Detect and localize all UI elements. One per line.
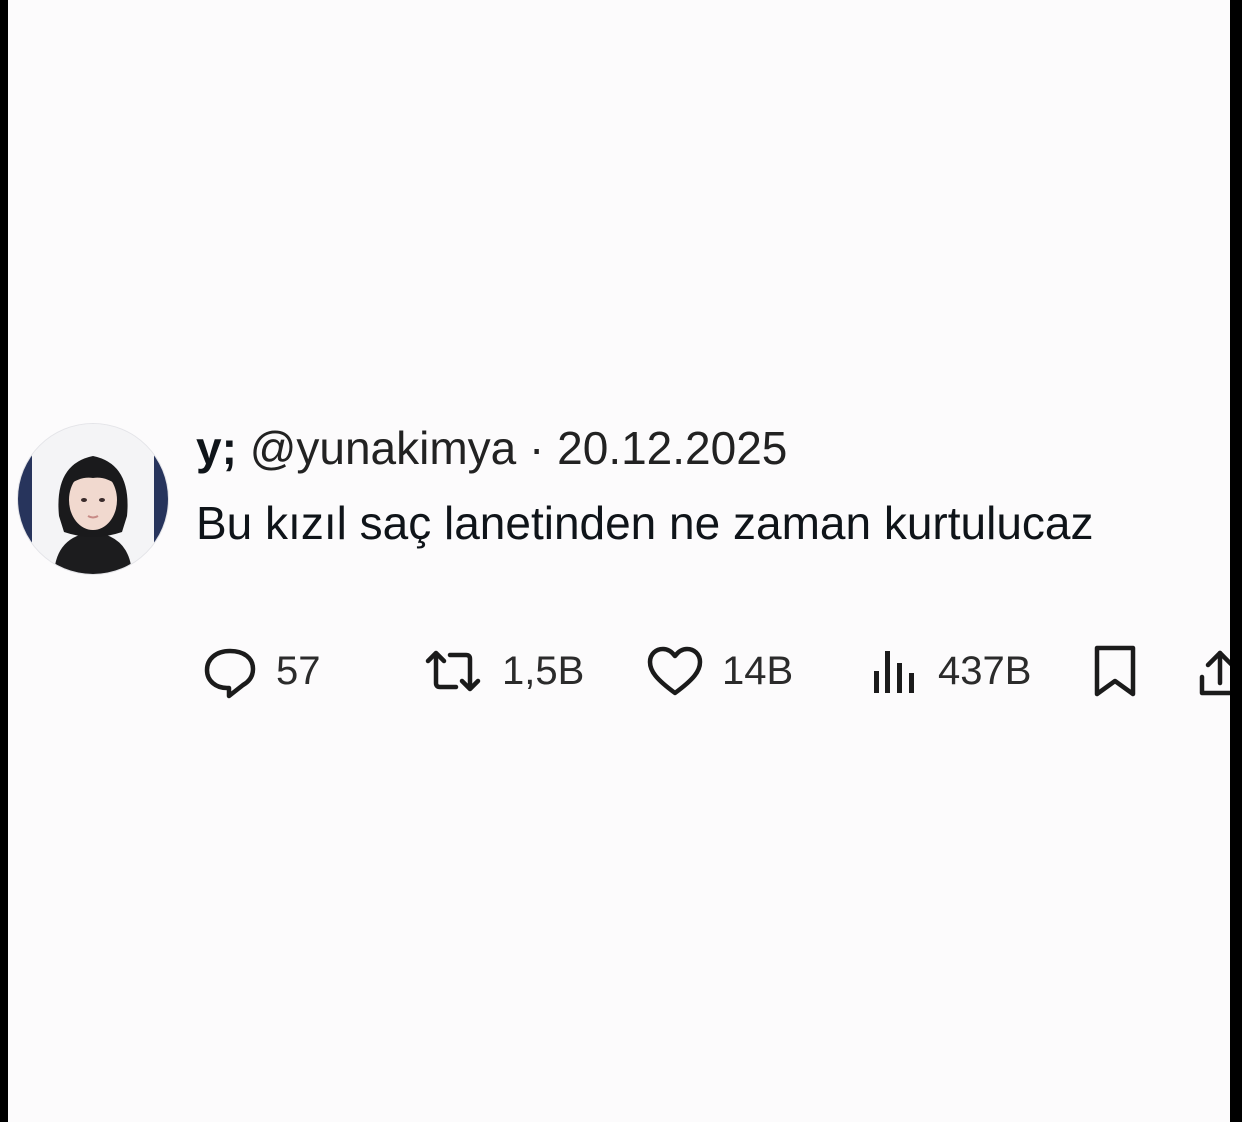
repost-button[interactable]: 1,5B bbox=[422, 638, 584, 704]
screenshot-frame: y; @yunakimya · 20.12.2025 Bu kızıl saç … bbox=[8, 0, 1230, 1122]
bar-chart-icon bbox=[870, 643, 920, 699]
tweet-date[interactable]: 20.12.2025 bbox=[557, 422, 787, 474]
tweet-card[interactable]: y; @yunakimya · 20.12.2025 Bu kızıl saç … bbox=[8, 0, 1230, 1122]
repost-count: 1,5B bbox=[502, 648, 585, 693]
separator-dot: · bbox=[529, 422, 545, 474]
share-upload-icon bbox=[1198, 643, 1230, 699]
user-handle[interactable]: @yunakimya bbox=[250, 422, 517, 474]
repost-arrows-icon bbox=[422, 643, 484, 699]
views-count: 437B bbox=[938, 648, 1032, 693]
like-button[interactable]: 14B bbox=[646, 638, 793, 704]
tweet-header: y; @yunakimya · 20.12.2025 bbox=[196, 420, 787, 476]
like-count: 14B bbox=[722, 648, 794, 693]
reply-count: 57 bbox=[276, 648, 321, 693]
reply-button[interactable]: 57 bbox=[202, 638, 321, 704]
share-button[interactable] bbox=[1198, 638, 1230, 704]
bookmark-button[interactable] bbox=[1090, 638, 1140, 704]
heart-icon bbox=[646, 643, 704, 699]
speech-bubble-icon bbox=[202, 643, 258, 699]
views-button[interactable]: 437B bbox=[870, 638, 1031, 704]
avatar[interactable] bbox=[18, 424, 168, 574]
action-bar: 57 1,5B 14B 437B bbox=[196, 638, 1230, 704]
bookmark-icon bbox=[1090, 643, 1140, 699]
display-name[interactable]: y; bbox=[196, 422, 237, 474]
tweet-text: Bu kızıl saç lanetinden ne zaman kurtulu… bbox=[196, 497, 1094, 549]
